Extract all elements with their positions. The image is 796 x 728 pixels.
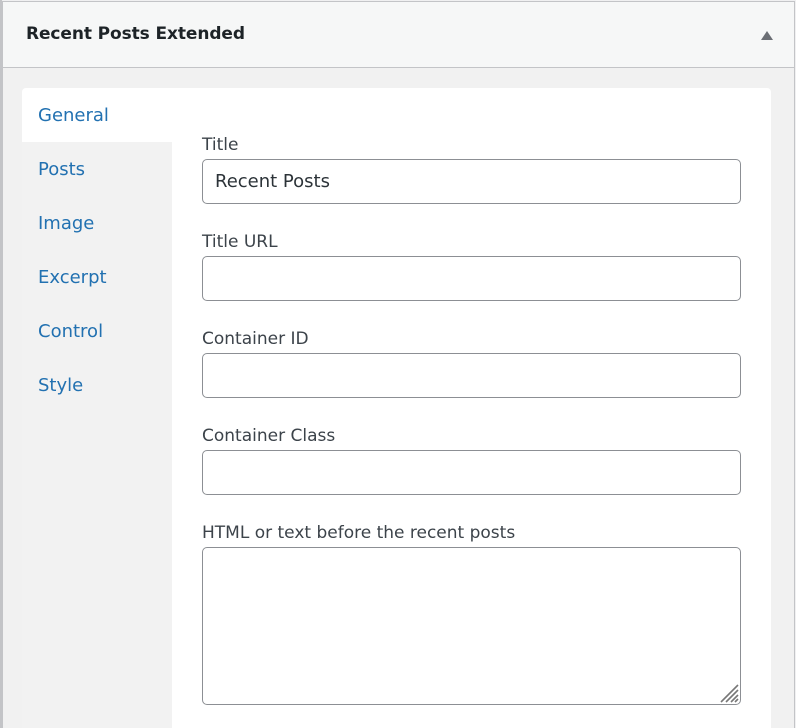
before-html-label: HTML or text before the recent posts	[202, 523, 516, 543]
tab-excerpt[interactable]: Excerpt	[38, 267, 107, 288]
widget-header[interactable]: Recent Posts Extended	[3, 2, 794, 68]
title-label: Title	[202, 135, 239, 155]
tab-general[interactable]: General	[38, 105, 109, 126]
tab-image[interactable]: Image	[38, 213, 94, 234]
tab-control[interactable]: Control	[38, 321, 103, 342]
tab-style[interactable]: Style	[38, 375, 83, 396]
tab-posts[interactable]: Posts	[38, 159, 85, 180]
container-id-label: Container ID	[202, 329, 309, 349]
title-input[interactable]	[202, 159, 741, 204]
container-id-input[interactable]	[202, 353, 741, 398]
triangle-up-icon	[761, 30, 773, 40]
title-url-label: Title URL	[202, 232, 278, 252]
resize-handle-icon[interactable]	[717, 681, 739, 703]
container-class-input[interactable]	[202, 450, 741, 495]
collapse-toggle-button[interactable]	[758, 26, 776, 44]
widget-title: Recent Posts Extended	[26, 24, 245, 44]
before-html-textarea[interactable]	[202, 547, 741, 705]
title-url-input[interactable]	[202, 256, 741, 301]
container-class-label: Container Class	[202, 426, 336, 446]
